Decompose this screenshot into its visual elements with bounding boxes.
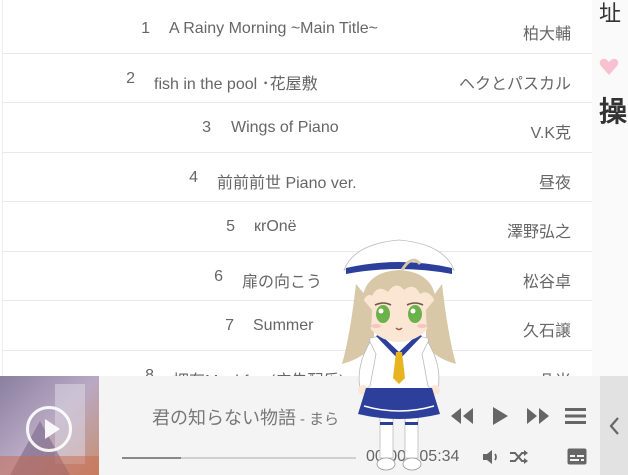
track-title: 前前前世 Piano ver. [217,174,357,192]
track-title: 扉の向こう [242,273,323,291]
shuffle-icon[interactable] [509,449,529,465]
playlist: 1 A Rainy Morning ~Main Title~ 柏大輔 2 fis… [2,0,592,380]
track-title: fish in the pool ･花屋敷 [154,75,318,93]
track-title: Wings of Piano [231,119,339,136]
track-number: 4 [189,168,198,186]
playlist-item[interactable]: 7 Summer 久石譲 [3,301,592,351]
background-text: 址 [599,2,622,27]
track-number: 3 [202,119,211,136]
mascot-character[interactable] [334,236,464,475]
player-toggle[interactable] [600,376,628,475]
progress-bar[interactable] [122,457,356,459]
track-artist: 久石譲 [522,323,571,340]
song-separator: - [300,411,305,428]
play-icon[interactable] [490,406,510,426]
album-cover[interactable] [0,376,99,475]
play-icon[interactable] [26,406,72,452]
chevron-left-icon[interactable] [608,416,620,436]
volume-icon[interactable] [482,449,500,465]
music-player: 君の知らない物語-まら 00:00 / 05:34 [0,376,628,475]
lyrics-icon[interactable] [567,448,587,465]
next-icon[interactable] [526,406,550,426]
playlist-item[interactable]: 1 A Rainy Morning ~Main Title~ 柏大輔 [3,4,592,54]
track-title: A Rainy Morning ~Main Title~ [169,20,378,37]
track-number: 1 [141,20,150,37]
track-artist: V.K克 [530,125,571,142]
track-artist: 昼夜 [538,174,571,192]
track-number: 7 [225,317,234,334]
background-text: 操 [599,95,628,128]
track-title: кrOnë [254,218,297,235]
track-number: 5 [226,218,235,235]
heart-icon [599,58,619,75]
progress-fill [122,457,181,459]
playlist-item[interactable]: 5 кrOnë 澤野弘之 [3,202,592,252]
playlist-item[interactable]: 2 fish in the pool ･花屋敷 ヘクとパスカル [3,54,592,103]
track-title: Summer [253,317,314,334]
song-title: 君の知らない物語 [152,408,296,429]
track-artist: 澤野弘之 [506,224,571,241]
playlist-item[interactable]: 4 前前前世 Piano ver. 昼夜 [3,153,592,202]
track-artist: ヘクとパスカル [458,75,571,93]
playlist-item[interactable]: 6 扉の向こう 松谷卓 [3,252,592,301]
track-artist: 柏大輔 [522,26,571,43]
track-number: 6 [214,267,223,285]
track-artist: 松谷卓 [522,273,571,291]
playlist-item[interactable]: 3 Wings of Piano V.K克 [3,103,592,153]
menu-icon[interactable] [565,407,586,425]
track-number: 2 [126,69,135,87]
now-playing: 君の知らない物語 - まら [152,404,339,430]
